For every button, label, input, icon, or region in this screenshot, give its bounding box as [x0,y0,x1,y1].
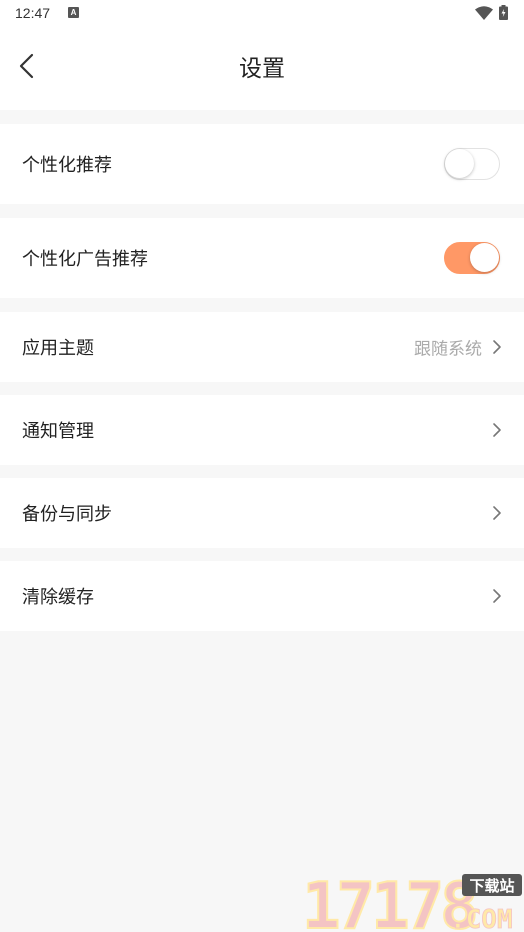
status-time: 12:47 [15,5,51,21]
toggle-knob [470,243,499,272]
svg-text:下载站: 下载站 [469,877,514,895]
chevron-right-icon [493,340,501,354]
personalized-ads-toggle[interactable] [444,242,500,274]
setting-row-personalized-ads[interactable]: 个性化广告推荐 [0,218,524,298]
header: 设置 [0,28,524,110]
setting-row-personalized-recommend[interactable]: 个性化推荐 [0,124,524,204]
personalized-recommend-toggle[interactable] [444,148,500,180]
app-theme-value: 跟随系统 [414,339,482,360]
chevron-right-icon [493,423,501,437]
chevron-right-icon [493,506,501,520]
site-watermark-logo: 17178 下载站 .COM [301,870,522,932]
toggle-knob [445,149,474,178]
setting-label: 备份与同步 [22,504,112,525]
setting-label: 通知管理 [22,421,94,442]
setting-label: 应用主题 [22,338,94,359]
setting-label: 清除缓存 [22,587,94,608]
status-bar: 12:47 A [0,0,524,28]
setting-label: 个性化广告推荐 [22,249,148,270]
setting-label: 个性化推荐 [22,155,112,176]
page-title: 设置 [239,56,285,82]
battery-icon [499,5,508,20]
setting-row-backup-sync[interactable]: 备份与同步 [0,478,524,548]
svg-text:.COM: .COM [450,905,513,932]
setting-row-app-theme[interactable]: 应用主题 跟随系统 [0,312,524,382]
notification-a-icon: A [68,7,79,18]
setting-row-clear-cache[interactable]: 清除缓存 [0,561,524,631]
setting-row-notification-manage[interactable]: 通知管理 [0,395,524,465]
chevron-right-icon [493,589,501,603]
wifi-icon [475,6,493,20]
